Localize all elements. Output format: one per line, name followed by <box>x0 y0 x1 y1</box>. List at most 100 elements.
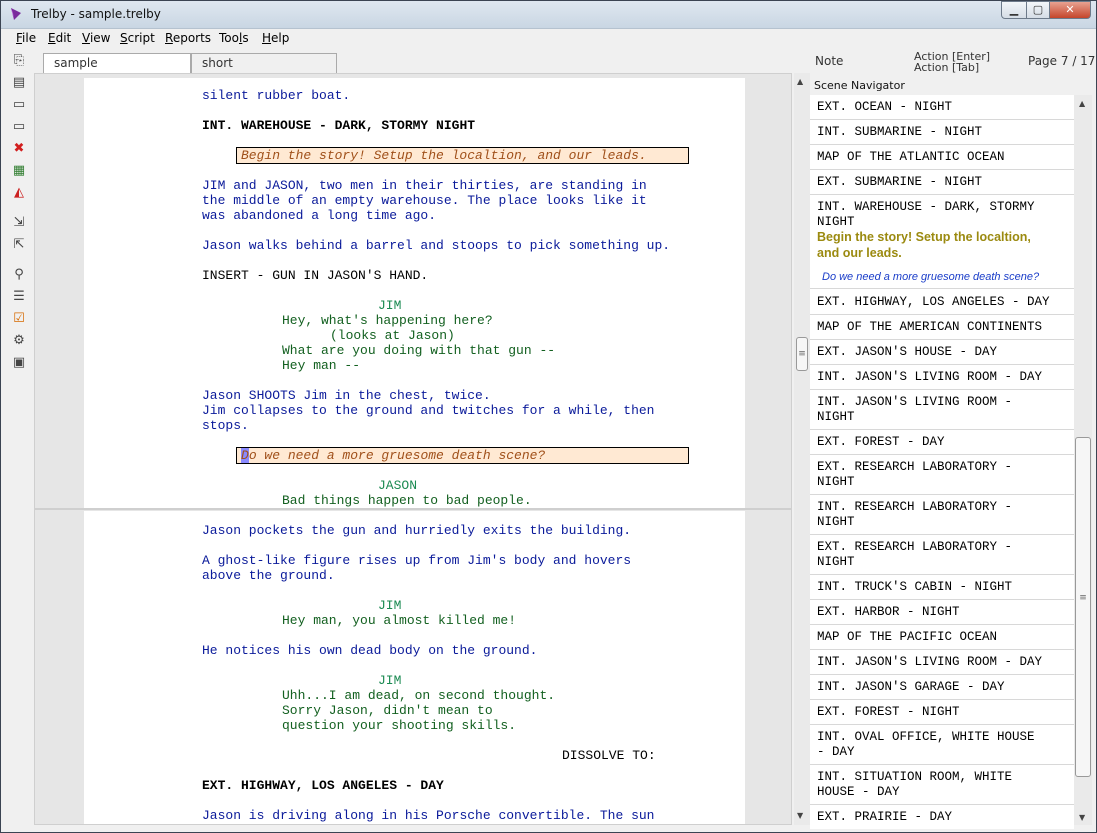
action-line[interactable]: was abandoned a long time ago. <box>202 208 436 223</box>
scene-item[interactable]: EXT. HARBOR - NIGHT <box>810 600 1074 625</box>
menu-edit[interactable]: Edit <box>48 31 71 45</box>
scene-item[interactable]: MAP OF THE ATLANTIC OCEAN <box>810 145 1074 170</box>
character-name[interactable]: JASON <box>378 478 417 493</box>
open-icon[interactable]: ▤ <box>11 75 27 91</box>
scene-item[interactable]: MAP OF THE PACIFIC OCEAN <box>810 625 1074 650</box>
action-line[interactable]: JIM and JASON, two men in their thirties… <box>202 178 647 193</box>
scene-list-icon[interactable]: ☰ <box>11 289 27 305</box>
dialogue-line[interactable]: Hey, what's happening here? <box>282 313 493 328</box>
script-note-active[interactable]: Do we need a more gruesome death scene? <box>236 447 689 464</box>
menu-file[interactable]: File <box>16 31 36 45</box>
action-line[interactable]: the middle of an empty warehouse. The pl… <box>202 193 647 208</box>
toggle-icon[interactable]: ▣ <box>11 355 27 371</box>
scene-item[interactable]: INT. JASON'S LIVING ROOM - DAY <box>810 365 1074 390</box>
action-line[interactable]: stops. <box>202 418 249 433</box>
scene-item[interactable]: INT. JASON'S LIVING ROOM - DAY <box>810 650 1074 675</box>
action-line[interactable]: silent rubber boat. <box>202 88 350 103</box>
import-icon[interactable]: ▦ <box>11 163 27 179</box>
scroll-up-icon[interactable]: ▲ <box>1079 99 1085 108</box>
action-line[interactable]: Jason SHOOTS Jim in the chest, twice. <box>202 388 491 403</box>
character-name[interactable]: JIM <box>378 598 401 613</box>
character-name[interactable]: JIM <box>378 673 401 688</box>
right-panel: Note Action [Enter] Action [Tab] Page 7 … <box>810 49 1096 832</box>
scroll-up-icon[interactable]: ▲ <box>797 77 803 86</box>
scene-item[interactable]: EXT. PRAIRIE - DAY <box>810 805 1074 829</box>
editor-scrollbar[interactable]: ▲ ≡ ▼ <box>794 73 810 825</box>
reports-icon[interactable]: ☑ <box>11 311 27 327</box>
scene-item-label: INT. RESEARCH LABORATORY - <box>817 500 1013 514</box>
menu-script[interactable]: Script <box>120 31 155 45</box>
save-icon[interactable]: ▭ <box>11 97 27 113</box>
dialogue-line[interactable]: Hey man, you almost killed me! <box>282 613 516 628</box>
save-as-icon[interactable]: ▭ <box>11 119 27 135</box>
dialogue-line[interactable]: Uhh...I am dead, on second thought. <box>282 688 555 703</box>
script-editor[interactable]: silent rubber boat. INT. WAREHOUSE - DAR… <box>34 73 792 825</box>
scene-item[interactable]: INT. OVAL OFFICE, WHITE HOUSE - DAY <box>810 725 1074 765</box>
scene-item[interactable]: INT. JASON'S LIVING ROOM - NIGHT <box>810 390 1074 430</box>
action-line[interactable]: He notices his own dead body on the grou… <box>202 643 537 658</box>
maximize-button[interactable]: ▢ <box>1026 1 1050 19</box>
scene-item[interactable]: MAP OF THE AMERICAN CONTINENTS <box>810 315 1074 340</box>
scroll-thumb[interactable]: ≡ <box>796 337 808 371</box>
menu-tools[interactable]: Tools <box>219 31 249 45</box>
scene-item-label: NIGHT <box>817 410 855 424</box>
scroll-down-icon[interactable]: ▼ <box>1079 813 1085 822</box>
dialogue-line[interactable]: What are you doing with that gun -- <box>282 343 555 358</box>
action-line[interactable]: above the ground. <box>202 568 335 583</box>
tab-short[interactable]: short <box>191 53 337 73</box>
close-button[interactable]: ✕ <box>1049 1 1091 19</box>
find-icon[interactable]: ⚲ <box>11 267 27 283</box>
tab-sample[interactable]: sample <box>43 53 191 74</box>
scene-item[interactable]: EXT. RESEARCH LABORATORY - NIGHT <box>810 535 1074 575</box>
scene-item[interactable]: INT. TRUCK'S CABIN - NIGHT <box>810 575 1074 600</box>
action-line[interactable]: Jim collapses to the ground and twitches… <box>202 403 654 418</box>
scene-item[interactable]: EXT. HIGHWAY, LOS ANGELES - DAY <box>810 290 1074 315</box>
export-icon[interactable]: ⇱ <box>11 237 27 253</box>
scroll-thumb[interactable]: ≡ <box>1075 437 1091 777</box>
trelby-logo-icon <box>11 8 21 20</box>
revert-icon[interactable]: ⇲ <box>11 215 27 231</box>
character-name[interactable]: JIM <box>378 298 401 313</box>
dialogue-line[interactable]: Hey man -- <box>282 358 360 373</box>
dialogue-line[interactable]: Sorry Jason, didn't mean to <box>282 703 493 718</box>
navigator-scrollbar[interactable]: ▲ ≡ ▼ <box>1074 95 1092 825</box>
script-note[interactable]: Begin the story! Setup the localtion, an… <box>236 147 689 164</box>
scene-heading[interactable]: EXT. HIGHWAY, LOS ANGELES - DAY <box>202 778 444 793</box>
scene-item[interactable]: EXT. JASON'S HOUSE - DAY <box>810 340 1074 365</box>
scene-item[interactable]: INT. JASON'S GARAGE - DAY <box>810 675 1074 700</box>
menu-reports[interactable]: Reports <box>165 31 211 45</box>
scene-navigator-list[interactable]: EXT. OCEAN - NIGHT INT. SUBMARINE - NIGH… <box>810 95 1074 829</box>
text-cursor: D <box>241 448 249 463</box>
action-line[interactable]: Jason is driving along in his Porsche co… <box>202 808 654 823</box>
transition-line[interactable]: INSERT - GUN IN JASON'S HAND. <box>202 268 428 283</box>
dialogue-line[interactable]: question your shooting skills. <box>282 718 516 733</box>
scene-item[interactable]: EXT. OCEAN - NIGHT <box>810 95 1074 120</box>
scene-item[interactable]: EXT. FOREST - DAY <box>810 430 1074 455</box>
scene-item[interactable]: EXT. RESEARCH LABORATORY - NIGHT <box>810 455 1074 495</box>
pdf-export-icon[interactable]: ◭ <box>11 185 27 201</box>
scene-item[interactable]: EXT. SUBMARINE - NIGHT <box>810 170 1074 195</box>
scroll-down-icon[interactable]: ▼ <box>797 811 803 820</box>
scene-item[interactable]: INT. SITUATION ROOM, WHITE HOUSE - DAY <box>810 765 1074 805</box>
scene-item[interactable]: INT. SUBMARINE - NIGHT <box>810 120 1074 145</box>
transition-line[interactable]: DISSOLVE TO: <box>562 748 656 763</box>
title-bar[interactable]: Trelby - sample.trelby ▁ ▢ ✕ <box>1 1 1096 29</box>
scene-note-text: Begin the story! Setup the localtion, <box>817 230 1031 244</box>
scene-item[interactable]: EXT. FOREST - NIGHT <box>810 700 1074 725</box>
action-line[interactable]: Jason walks behind a barrel and stoops t… <box>202 238 670 253</box>
settings-icon[interactable]: ⚙ <box>11 333 27 349</box>
action-line[interactable]: A ghost-like figure rises up from Jim's … <box>202 553 631 568</box>
dialogue-line[interactable]: Bad things happen to bad people. <box>282 493 532 508</box>
new-script-icon[interactable]: ⎘ <box>11 53 27 69</box>
scene-item[interactable]: INT. RESEARCH LABORATORY - NIGHT <box>810 495 1074 535</box>
close-script-icon[interactable]: ✖ <box>11 141 27 157</box>
action-line[interactable]: Jason pockets the gun and hurriedly exit… <box>202 523 631 538</box>
menu-bar: File Edit View Script Reports Tools Help <box>1 29 1096 49</box>
parenthetical-line[interactable]: (looks at Jason) <box>330 328 455 343</box>
menu-help[interactable]: Help <box>262 31 289 45</box>
minimize-button[interactable]: ▁ <box>1001 1 1027 19</box>
menu-view[interactable]: View <box>82 31 110 45</box>
scene-heading[interactable]: INT. WAREHOUSE - DARK, STORMY NIGHT <box>202 118 475 133</box>
window-title: Trelby - sample.trelby <box>31 7 161 21</box>
scene-item-label: NIGHT <box>817 215 855 229</box>
